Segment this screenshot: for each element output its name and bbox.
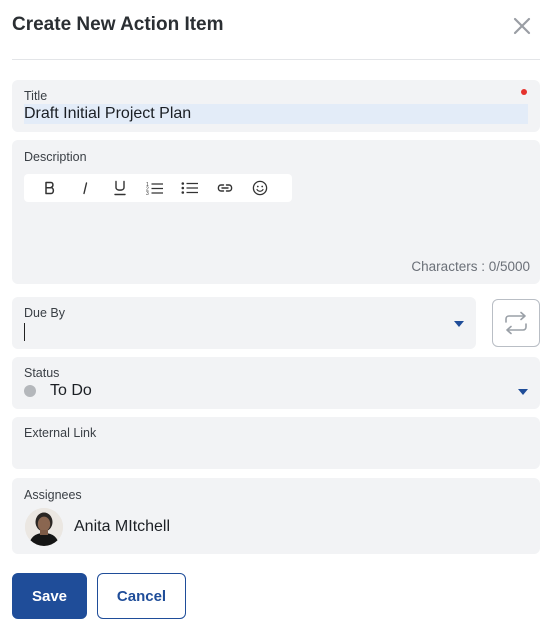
italic-button[interactable]: [67, 174, 102, 202]
due-by-field[interactable]: Due By: [12, 297, 476, 349]
status-label: Status: [24, 366, 60, 380]
underline-icon: [114, 180, 126, 196]
ordered-list-icon: 1 2 3: [146, 182, 163, 195]
bullet-list-icon: [181, 182, 199, 194]
assignees-label: Assignees: [24, 488, 82, 502]
bold-button[interactable]: [32, 174, 67, 202]
close-icon: [513, 17, 531, 35]
italic-icon: [83, 182, 87, 195]
status-field[interactable]: Status To Do: [12, 357, 540, 409]
external-link-input[interactable]: [24, 443, 528, 463]
repeat-icon: [505, 311, 527, 335]
avatar: [25, 508, 63, 546]
required-indicator: [521, 89, 527, 95]
cancel-button[interactable]: Cancel: [97, 573, 186, 619]
status-value: To Do: [50, 382, 92, 399]
title-label: Title: [24, 89, 48, 103]
title-input[interactable]: [24, 104, 528, 124]
description-field[interactable]: Description 1 2 3 Characters: 0/5000: [12, 140, 540, 284]
status-dot: [24, 385, 36, 397]
text-cursor: [24, 323, 25, 341]
assignees-field[interactable]: Assignees Anita MItchell: [12, 478, 540, 554]
link-icon: [217, 184, 233, 192]
due-by-label: Due By: [24, 306, 65, 320]
description-label: Description: [24, 150, 87, 164]
save-button[interactable]: Save: [12, 573, 87, 619]
header-divider: [12, 59, 540, 60]
close-button[interactable]: [508, 12, 536, 40]
svg-text:3: 3: [146, 191, 149, 195]
dialog-title: Create New Action Item: [12, 14, 224, 35]
title-field: Title: [12, 80, 540, 132]
external-link-field: External Link: [12, 417, 540, 469]
emoji-button[interactable]: [243, 174, 278, 202]
create-action-item-dialog: Create New Action Item Title Description: [0, 0, 559, 628]
underline-button[interactable]: [102, 174, 137, 202]
chevron-down-icon[interactable]: [517, 388, 529, 396]
link-button[interactable]: [208, 174, 243, 202]
emoji-icon: [253, 180, 268, 196]
chevron-down-icon[interactable]: [453, 320, 465, 328]
recurrence-button[interactable]: [492, 299, 540, 347]
external-link-label: External Link: [24, 426, 97, 440]
bullet-list-button[interactable]: [173, 174, 208, 202]
ordered-list-button[interactable]: 1 2 3: [137, 174, 172, 202]
character-count: Characters : 0/5000: [411, 259, 530, 274]
assignee-name: Anita MItchell: [74, 518, 171, 535]
formatting-toolbar: 1 2 3: [24, 174, 292, 202]
bold-icon: [44, 181, 54, 195]
